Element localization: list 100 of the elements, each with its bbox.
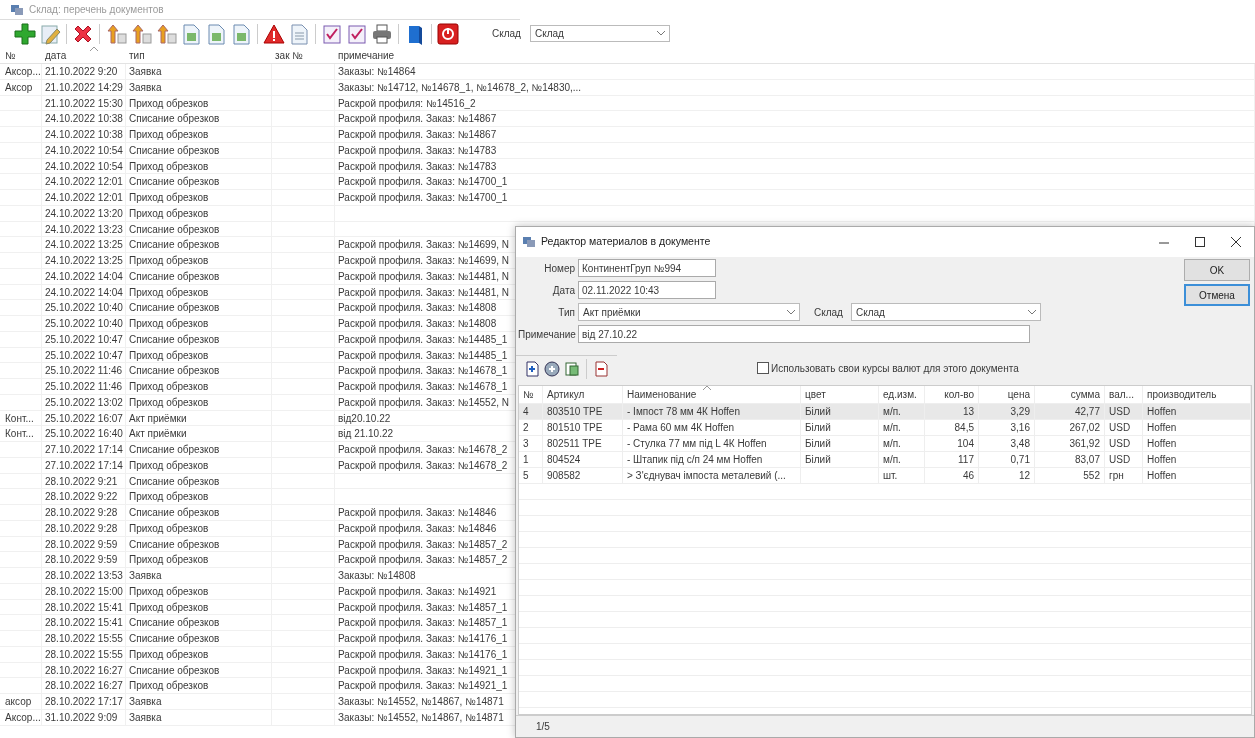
table-cell-text: USD (1109, 405, 1131, 419)
table-cell-text: 3,16 (1010, 421, 1030, 435)
type-dropdown[interactable]: Акт приёмки (578, 303, 800, 321)
table-cell-text: 25.10.2022 10:47 (45, 332, 123, 347)
table-cell-text: USD (1109, 437, 1131, 451)
table-cell-text: Приход обрезков (129, 600, 209, 615)
table-cell-text: 24.10.2022 10:54 (45, 143, 123, 158)
column-header[interactable]: № (5, 47, 16, 63)
column-header[interactable]: примечание (338, 47, 395, 63)
table-cell-text: Списание обрезков (129, 616, 220, 631)
checklist-icon[interactable] (321, 22, 343, 45)
table-cell-text: Раскрой профиля. Заказ: №14678_1 (338, 380, 508, 394)
table-cell-text: Приход обрезков (129, 96, 209, 111)
power-icon[interactable] (437, 22, 459, 45)
table-cell-text: Заказы: №14864 (338, 65, 416, 79)
chevron-icon (1027, 309, 1036, 315)
column-header[interactable]: цвет (805, 387, 826, 402)
table-row[interactable]: 2 801510 TPE - Рама 60 мм 4К Hoffen Білий м/п. 84,5 3,16 267,02 USD Hoffen (519, 420, 1251, 436)
table-cell-text: Приход обрезков (129, 458, 209, 473)
table-cell-text: Заказы: №14712, №14678_1, №14678_2, №14830,... (338, 80, 582, 95)
table-cell-text: Приход обрезков (129, 521, 209, 536)
table-row[interactable]: 4 803510 TPE - Імпост 78 мм 4К Hoffen Білий м/п. 13 3,29 42,77 USD Hoffen (519, 404, 1251, 420)
column-header[interactable]: зак № (275, 47, 304, 63)
column-header[interactable]: кол-во (944, 387, 974, 402)
column-header[interactable]: Артикул (547, 387, 585, 402)
table-cell-text: Раскрой профиля. Заказ: №14678_1 (338, 364, 508, 379)
upload-arrow-icon[interactable] (155, 22, 177, 45)
table-cell-text: м/п. (883, 405, 901, 419)
table-cell-text: Списание обрезков (129, 175, 220, 190)
table-cell-text: Раскрой профиля. Заказ: №14176_1 (338, 647, 508, 662)
checkbox-label[interactable]: Использовать свои курсы валют для этого документа (771, 360, 1019, 376)
table-cell-text: 3 (523, 437, 529, 451)
table-cell-text: Заказы: №14552, №14867, №14871 (338, 710, 504, 725)
add-icon[interactable] (14, 22, 36, 45)
table-cell-text: 361,92 (1069, 437, 1100, 451)
table-cell-text: Раскрой профиля. Заказ: №14783 (338, 159, 497, 174)
warehouse-dropdown[interactable]: Склад (850, 303, 1041, 321)
edit-icon[interactable] (39, 22, 61, 45)
table-cell-text: 28.10.2022 15:55 (45, 632, 123, 646)
table-cell-text: Приход обрезков (129, 254, 209, 268)
table-cell-text: 24.10.2022 13:25 (45, 254, 123, 268)
cancel-button[interactable]: Отмена (1184, 284, 1250, 306)
table-cell-text: Раскрой профиля. Заказ: №14921 (338, 584, 497, 599)
dialog-title: Редактор материалов в документе (541, 234, 711, 250)
table-cell-text: Списание обрезков (129, 222, 220, 237)
table-cell-text: - Стулка 77 мм під L 4К Hoffen (627, 437, 767, 451)
delete-row-icon[interactable] (593, 360, 609, 377)
upload-arrow-icon[interactable] (130, 22, 152, 45)
checkbox[interactable] (757, 362, 769, 374)
table-cell-text: м/п. (883, 437, 901, 451)
table-cell-text: Списание обрезков (129, 301, 220, 316)
column-header[interactable]: цена (1007, 387, 1030, 402)
printer-icon[interactable] (371, 22, 393, 45)
upload-arrow-icon[interactable] (105, 22, 127, 45)
column-header[interactable]: дата (45, 47, 67, 63)
table-cell-text: 24.10.2022 14:04 (45, 269, 123, 284)
column-header[interactable]: Наименование (627, 387, 697, 402)
table-cell-text: 803510 TPE (547, 405, 603, 419)
table-cell-text: 24.10.2022 13:23 (45, 222, 123, 237)
ok-button[interactable]: OK (1184, 259, 1250, 281)
table-cell-text: Білий (805, 405, 831, 419)
table-cell-text: Раскрой профиля. Заказ: №14857_2 (338, 553, 508, 568)
column-header[interactable]: производитель (1147, 387, 1217, 402)
table-row[interactable]: 3 802511 TPE - Стулка 77 мм під L 4К Hoffen Білий м/п. 104 3,48 361,92 USD Hoffen (519, 436, 1251, 452)
copy-icon[interactable] (564, 360, 580, 377)
table-row[interactable]: 1 804524 - Штапик під с/п 24 мм Hoffen Білий м/п. 117 0,71 83,07 USD Hoffen (519, 452, 1251, 468)
add-row-icon[interactable] (524, 360, 540, 377)
chevron-icon (656, 31, 665, 36)
field-label: Тип (557, 305, 576, 320)
warning-icon[interactable] (263, 22, 285, 45)
checklist-icon[interactable] (346, 22, 368, 45)
table-cell-text: Раскрой профиля. Заказ: №14867 (338, 112, 497, 127)
table-cell-text: Списание обрезков (129, 269, 220, 284)
warehouse-dropdown[interactable]: Склад (529, 25, 670, 42)
column-header[interactable]: тип (129, 47, 145, 63)
column-header[interactable]: № (523, 387, 534, 402)
column-header[interactable]: ед.изм. (883, 387, 917, 402)
table-cell-text: 801510 TPE (547, 421, 603, 435)
table-cell-text: Приход обрезков (129, 679, 209, 694)
table-cell-text: Раскрой профиля. Заказ: №14481, N (338, 285, 510, 300)
table-cell-text: Раскрой профиля. Заказ: №14921_1 (338, 663, 508, 678)
table-cell-text: Раскрой профиля. Заказ: №14846 (338, 521, 497, 536)
number-field[interactable]: КонтинентГруп №994 (578, 259, 716, 277)
table-cell-text: Раскрой профиля. Заказ: №14678_2 (338, 458, 508, 473)
table-cell-text: Аксор... (5, 65, 41, 79)
note-field[interactable]: від 27.10.22 (578, 325, 1030, 343)
table-cell-text: Списание обрезков (129, 364, 220, 379)
table-cell-text: Заявка (129, 65, 162, 79)
table-cell-text: Hoffen (1147, 437, 1177, 451)
column-header[interactable]: сумма (1070, 387, 1100, 402)
column-header[interactable]: вал... (1109, 387, 1134, 402)
table-cell-text: 3,29 (1010, 405, 1030, 419)
table-row[interactable]: 5 908582 > З'єднувач імпоста металевий (... шт. 46 12 552 грн Hoffen (519, 468, 1251, 484)
table-cell-text: Списание обрезков (129, 506, 220, 520)
insert-row-icon[interactable] (544, 360, 560, 377)
table-cell-text: Приход обрезков (129, 584, 209, 599)
table-cell-text: Заявка (129, 569, 162, 583)
table-cell-text: 28.10.2022 16:27 (45, 663, 123, 678)
table-cell-text: 28.10.2022 15:41 (45, 616, 123, 631)
date-field[interactable]: 02.11.2022 10:43 (578, 281, 716, 299)
